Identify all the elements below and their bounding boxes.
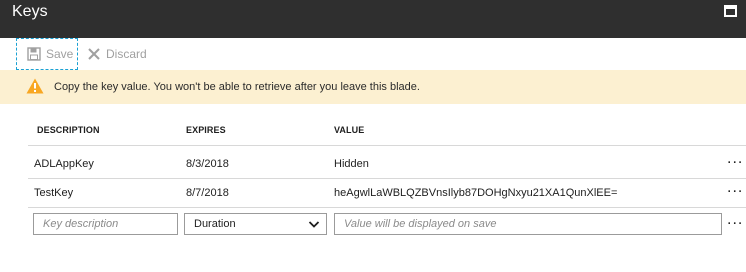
save-label: Save xyxy=(46,47,74,61)
key-description: ADLAppKey xyxy=(34,158,94,170)
key-expires: 8/3/2018 xyxy=(186,158,229,170)
save-icon xyxy=(27,47,41,61)
column-header-expires: EXPIRES xyxy=(186,125,226,135)
key-value: heAgwlLaWBLQZBVnsIlyb87DOHgNxyu21XA1QunX… xyxy=(334,187,618,199)
save-button[interactable]: Save xyxy=(16,38,78,70)
discard-button[interactable]: Discard xyxy=(87,38,149,70)
more-actions-icon[interactable]: ... xyxy=(727,150,743,168)
column-header-description: DESCRIPTION xyxy=(37,125,100,135)
discard-label: Discard xyxy=(106,47,147,61)
warning-icon xyxy=(26,78,44,94)
duration-select[interactable]: Duration xyxy=(184,213,327,235)
command-bar: Save Discard xyxy=(0,38,746,70)
warning-banner: Copy the key value. You won't be able to… xyxy=(0,70,746,104)
duration-selected-value: Duration xyxy=(194,218,236,230)
key-description-placeholder: Key description xyxy=(43,218,119,230)
key-expires: 8/7/2018 xyxy=(186,187,229,199)
table-row: ADLAppKey 8/3/2018 Hidden ... xyxy=(28,150,746,178)
more-actions-icon[interactable]: ... xyxy=(727,211,743,229)
key-value-placeholder: Value will be displayed on save xyxy=(344,218,497,230)
warning-message: Copy the key value. You won't be able to… xyxy=(54,81,420,93)
blade-title: Keys xyxy=(12,3,48,20)
maximize-icon[interactable] xyxy=(724,5,737,17)
key-description: TestKey xyxy=(34,187,74,199)
key-value: Hidden xyxy=(334,158,369,170)
close-icon xyxy=(88,48,100,60)
blade-header: Keys xyxy=(0,0,746,38)
divider xyxy=(28,207,746,208)
column-header-value: VALUE xyxy=(334,125,365,135)
table-row: TestKey 8/7/2018 heAgwlLaWBLQZBVnsIlyb87… xyxy=(28,179,746,207)
chevron-down-icon xyxy=(308,221,320,228)
key-description-input[interactable]: Key description xyxy=(33,213,178,235)
more-actions-icon[interactable]: ... xyxy=(727,179,743,197)
divider xyxy=(28,145,746,146)
key-value-input[interactable]: Value will be displayed on save xyxy=(334,213,722,235)
